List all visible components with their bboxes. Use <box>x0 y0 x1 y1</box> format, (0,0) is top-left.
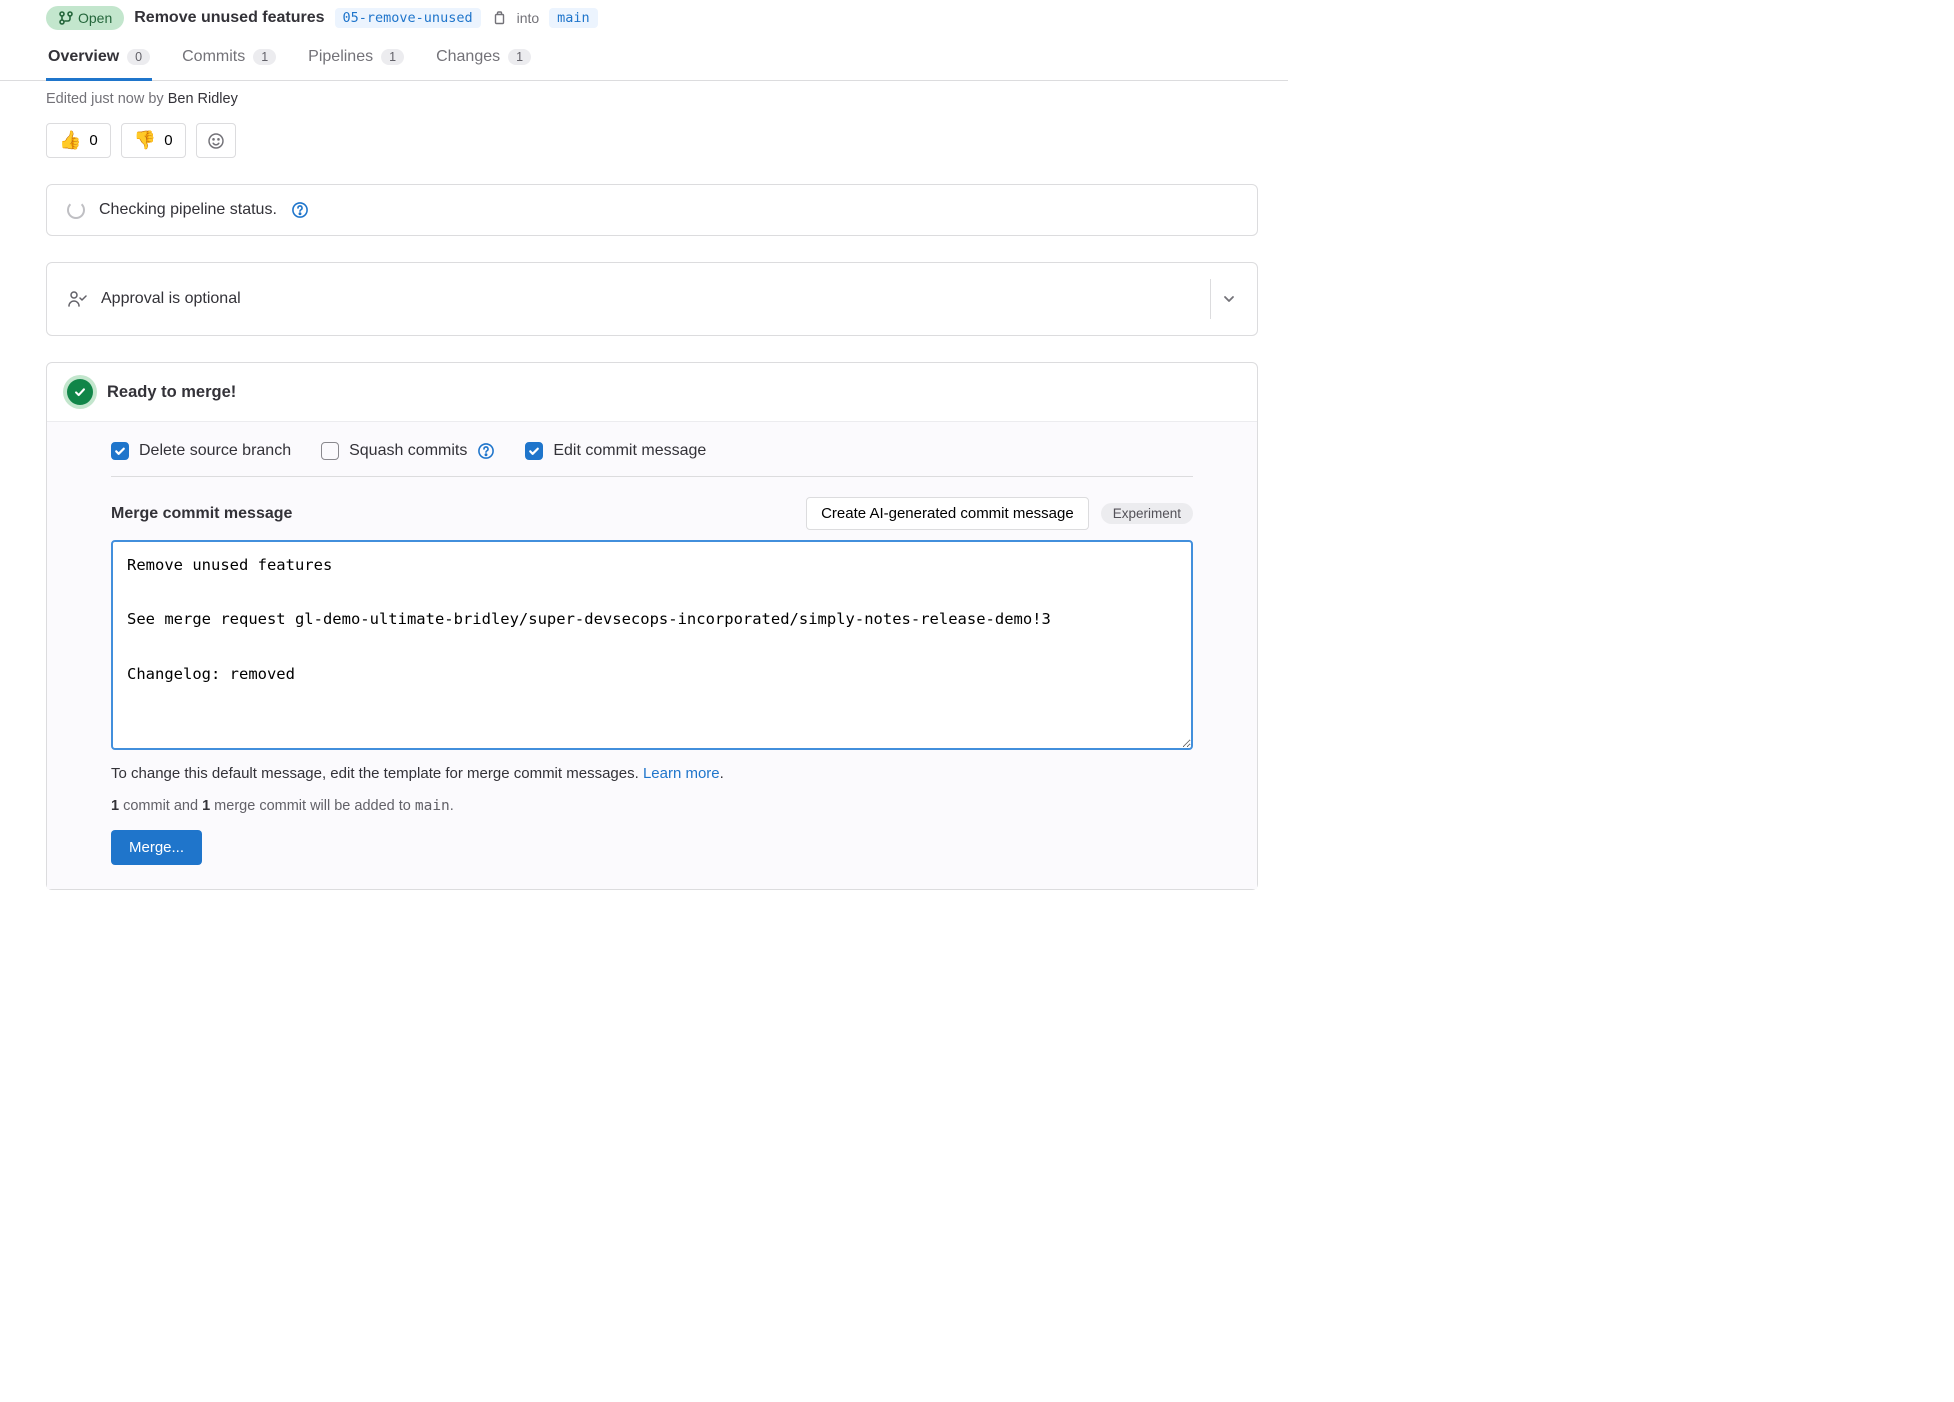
tab-label: Changes <box>436 48 500 66</box>
approval-panel: Approval is optional <box>46 262 1258 336</box>
pipeline-row: Checking pipeline status. <box>47 185 1257 235</box>
commit-msg-label: Merge commit message <box>111 505 292 523</box>
status-text: Open <box>78 10 112 26</box>
checkbox-icon <box>321 442 339 460</box>
checkbox-icon <box>525 442 543 460</box>
reactions: 👍 0 👎 0 <box>46 123 1258 158</box>
edit-commit-msg-checkbox[interactable]: Edit commit message <box>525 442 706 460</box>
merge-button[interactable]: Merge... <box>111 830 202 865</box>
tab-pipelines[interactable]: Pipelines 1 <box>306 48 406 80</box>
merge-body: Delete source branch Squash commits Edit… <box>47 421 1257 889</box>
commit-count-c: 1 <box>202 798 210 814</box>
mr-title: Remove unused features <box>134 9 324 27</box>
tab-count: 0 <box>127 49 150 65</box>
tab-count: 1 <box>508 49 531 65</box>
ready-text: Ready to merge! <box>107 383 236 402</box>
tab-label: Pipelines <box>308 48 373 66</box>
hint-text: To change this default message, edit the… <box>111 765 1193 782</box>
tab-commits[interactable]: Commits 1 <box>180 48 278 80</box>
tab-label: Overview <box>48 48 119 66</box>
approval-text: Approval is optional <box>101 290 241 308</box>
mr-header: Open Remove unused features 05-remove-un… <box>0 6 1288 30</box>
merge-header: Ready to merge! <box>47 363 1257 421</box>
merge-options: Delete source branch Squash commits Edit… <box>111 442 1193 477</box>
thumbs-down-icon: 👎 <box>134 130 156 151</box>
hint-prefix: To change this default message, edit the… <box>111 765 643 782</box>
experiment-badge: Experiment <box>1101 503 1193 524</box>
smiley-icon <box>207 132 225 150</box>
thumbs-up-icon: 👍 <box>59 130 81 151</box>
merge-request-page: Open Remove unused features 05-remove-un… <box>0 6 1288 890</box>
divider <box>1210 279 1211 319</box>
commit-count-branch: main <box>415 798 450 814</box>
period: . <box>720 765 724 782</box>
commit-count-f: . <box>450 798 454 814</box>
checkbox-label: Edit commit message <box>553 442 706 460</box>
tab-count: 1 <box>381 49 404 65</box>
delete-source-checkbox[interactable]: Delete source branch <box>111 442 291 460</box>
chevron-down-icon[interactable] <box>1221 291 1237 307</box>
commit-message-textarea[interactable] <box>111 540 1193 750</box>
status-badge: Open <box>46 6 124 30</box>
add-reaction-button[interactable] <box>196 123 236 158</box>
content: Edited just now by Ben Ridley 👍 0 👎 0 Ch… <box>0 91 1288 890</box>
merge-request-icon <box>58 10 74 26</box>
thumbs-down-button[interactable]: 👎 0 <box>121 123 186 158</box>
tab-label: Commits <box>182 48 245 66</box>
target-branch-chip[interactable]: main <box>549 8 598 28</box>
commit-count-d: merge commit will be added to <box>210 798 415 814</box>
learn-more-link[interactable]: Learn more <box>643 765 720 782</box>
source-branch-chip[interactable]: 05-remove-unused <box>335 8 481 28</box>
spinner-icon <box>67 201 85 219</box>
thumbs-up-button[interactable]: 👍 0 <box>46 123 111 158</box>
tabs: Overview 0 Commits 1 Pipelines 1 Changes… <box>0 48 1288 81</box>
help-icon[interactable] <box>291 201 309 219</box>
commit-count: 1 commit and 1 merge commit will be adde… <box>111 798 1193 814</box>
tab-count: 1 <box>253 49 276 65</box>
success-icon <box>67 379 93 405</box>
edited-prefix: Edited just now by <box>46 91 168 107</box>
squash-commits-checkbox[interactable]: Squash commits <box>321 442 495 460</box>
approval-row[interactable]: Approval is optional <box>47 263 1257 335</box>
edited-author[interactable]: Ben Ridley <box>168 91 238 107</box>
merge-panel: Ready to merge! Delete source branch Squ… <box>46 362 1258 890</box>
commit-count-a: 1 <box>111 798 119 814</box>
checkbox-icon <box>111 442 129 460</box>
copy-branch-icon[interactable] <box>491 10 507 26</box>
tab-overview[interactable]: Overview 0 <box>46 48 152 80</box>
pipeline-panel: Checking pipeline status. <box>46 184 1258 236</box>
commit-count-b: commit and <box>119 798 202 814</box>
checkbox-label: Delete source branch <box>139 442 291 460</box>
edited-line: Edited just now by Ben Ridley <box>46 91 1258 107</box>
into-label: into <box>517 10 540 26</box>
commit-msg-header: Merge commit message Create AI-generated… <box>111 497 1193 530</box>
tab-changes[interactable]: Changes 1 <box>434 48 533 80</box>
thumbs-up-count: 0 <box>89 132 97 149</box>
help-icon[interactable] <box>477 442 495 460</box>
pipeline-status-text: Checking pipeline status. <box>99 201 277 219</box>
approval-icon <box>67 290 87 308</box>
thumbs-down-count: 0 <box>164 132 172 149</box>
ai-commit-message-button[interactable]: Create AI-generated commit message <box>806 497 1089 530</box>
checkbox-label: Squash commits <box>349 442 467 460</box>
